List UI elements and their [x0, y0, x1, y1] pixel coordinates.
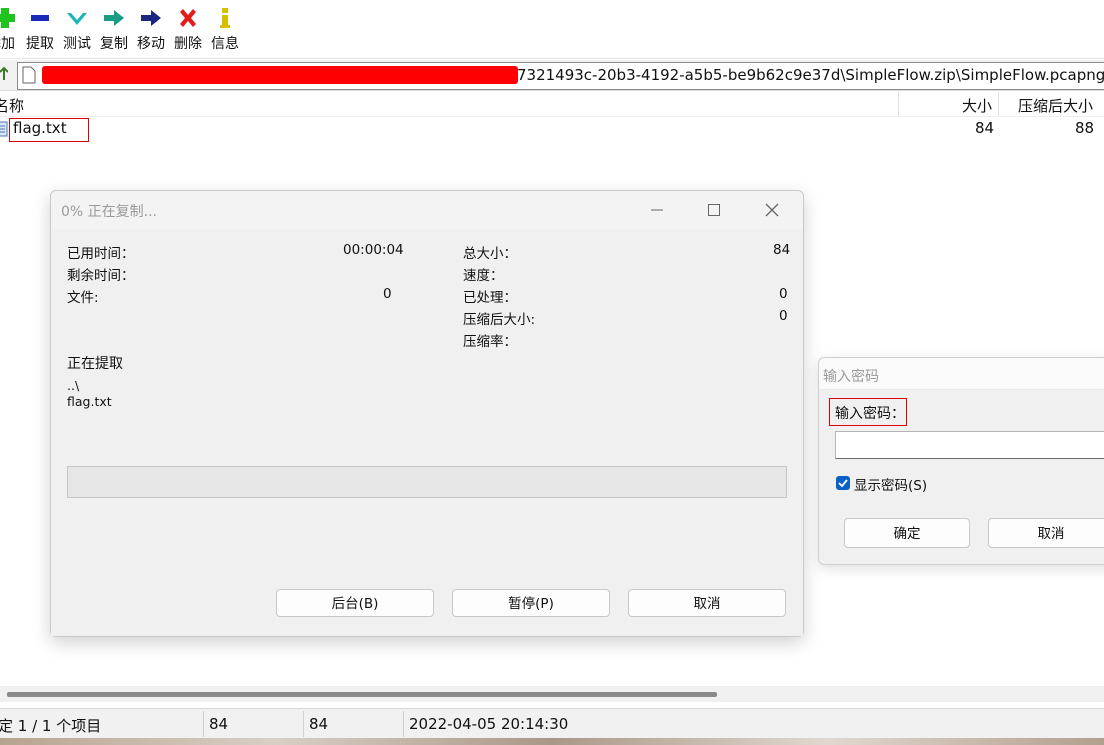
- password-cancel-button[interactable]: 取消: [988, 518, 1104, 548]
- file-size: 84: [975, 119, 995, 137]
- text-file-icon: [0, 121, 8, 141]
- minimize-button[interactable]: [637, 195, 677, 225]
- add-button[interactable]: 添加: [0, 6, 20, 54]
- desktop-background: [0, 738, 1104, 745]
- test-label: 测试: [63, 36, 91, 52]
- current-file: flag.txt: [67, 394, 112, 409]
- show-password-checkbox[interactable]: [836, 476, 850, 490]
- status-bar: 定 1 / 1 个项目 84 84 2022-04-05 20:14:30: [0, 708, 1104, 739]
- dialog-title: 0% 正在复制...: [61, 204, 158, 220]
- pause-button[interactable]: 暂停(P): [452, 589, 610, 617]
- copy-button[interactable]: 复制: [97, 6, 131, 54]
- background-button[interactable]: 后台(B): [276, 589, 434, 617]
- files-value: 0: [383, 286, 392, 302]
- elapsed-label: 已用时间：: [67, 246, 135, 262]
- minus-icon: [23, 6, 57, 30]
- elapsed-value: 00:00:04: [343, 242, 404, 258]
- status-packed-size: 84: [309, 715, 329, 733]
- extract-button[interactable]: 提取: [23, 6, 57, 54]
- check-icon: [60, 6, 94, 30]
- status-size: 84: [209, 715, 229, 733]
- move-button[interactable]: 移动: [134, 6, 168, 54]
- minimize-icon: [651, 209, 663, 211]
- plus-icon: [0, 6, 20, 30]
- total-size-value: 84: [773, 242, 791, 258]
- close-icon: [765, 203, 779, 217]
- info-icon: [208, 6, 242, 30]
- list-header: 名称 大小 压缩后大小: [0, 92, 1104, 117]
- files-label: 文件:: [67, 290, 99, 306]
- maximize-button[interactable]: [694, 195, 734, 225]
- close-button[interactable]: [752, 195, 792, 225]
- processed-value: 0: [779, 286, 788, 302]
- info-button[interactable]: 信息: [208, 6, 242, 54]
- show-password-label[interactable]: 显示密码(S): [854, 474, 927, 494]
- column-size[interactable]: 大小: [962, 95, 992, 116]
- highlight-box: [829, 398, 907, 426]
- horizontal-scrollbar[interactable]: [0, 686, 1104, 702]
- document-icon: [22, 66, 36, 88]
- dialog-body: 已用时间： 00:00:04 剩余时间： 文件: 0 总大小： 84 速度： 已…: [51, 229, 803, 636]
- password-dialog-title: 输入密码: [823, 369, 879, 385]
- copy-arrow-icon: [97, 6, 131, 30]
- status-modified: 2022-04-05 20:14:30: [409, 715, 569, 733]
- path-text: 7321493c-20b3-4192-a5b5-be9b62c9e37d\Sim…: [517, 66, 1104, 84]
- info-label: 信息: [211, 36, 239, 52]
- column-packed-size[interactable]: 压缩后大小: [1018, 95, 1093, 116]
- column-name[interactable]: 名称: [0, 95, 24, 116]
- delete-x-icon: [171, 6, 205, 30]
- total-size-label: 总大小：: [463, 246, 517, 262]
- delete-button[interactable]: 删除: [171, 6, 205, 54]
- redacted-path-segment: [42, 66, 518, 84]
- ratio-label: 压缩率：: [463, 334, 517, 350]
- file-packed-size: 88: [1075, 119, 1095, 137]
- table-row[interactable]: flag.txt 84 88: [0, 117, 1104, 141]
- copy-label: 复制: [100, 36, 128, 52]
- remaining-label: 剩余时间：: [67, 268, 135, 284]
- scrollbar-thumb[interactable]: [7, 692, 717, 697]
- check-icon: [838, 479, 848, 488]
- move-label: 移动: [137, 36, 165, 52]
- copy-progress-dialog: 0% 正在复制... 已用时间： 00:00:04 剩余时间： 文件: 0 总大…: [50, 190, 804, 637]
- processed-label: 已处理：: [463, 290, 517, 306]
- up-folder-icon[interactable]: [0, 66, 9, 82]
- highlight-box: [9, 118, 89, 142]
- packed-size-value: 0: [779, 308, 788, 324]
- password-input[interactable]: [835, 431, 1104, 459]
- status-selection: 定 1 / 1 个项目: [0, 717, 102, 735]
- cancel-button[interactable]: 取消: [628, 589, 786, 617]
- maximize-icon: [708, 204, 720, 216]
- current-directory: ..\: [67, 378, 80, 393]
- move-arrow-icon: [134, 6, 168, 30]
- password-dialog: 输入密码 输入密码： 显示密码(S) 确定 取消: [818, 357, 1104, 565]
- add-label: 添加: [0, 36, 15, 52]
- extract-label: 提取: [26, 36, 54, 52]
- packed-size-label: 压缩后大小:: [463, 312, 536, 328]
- toolbar: 添加 提取 测试 复制 移动 删除 信息: [0, 0, 1104, 59]
- test-button[interactable]: 测试: [60, 6, 94, 54]
- delete-label: 删除: [174, 36, 202, 52]
- ok-button[interactable]: 确定: [844, 518, 970, 548]
- progress-bar: [67, 466, 787, 498]
- extracting-label: 正在提取: [67, 356, 123, 372]
- speed-label: 速度：: [463, 268, 504, 284]
